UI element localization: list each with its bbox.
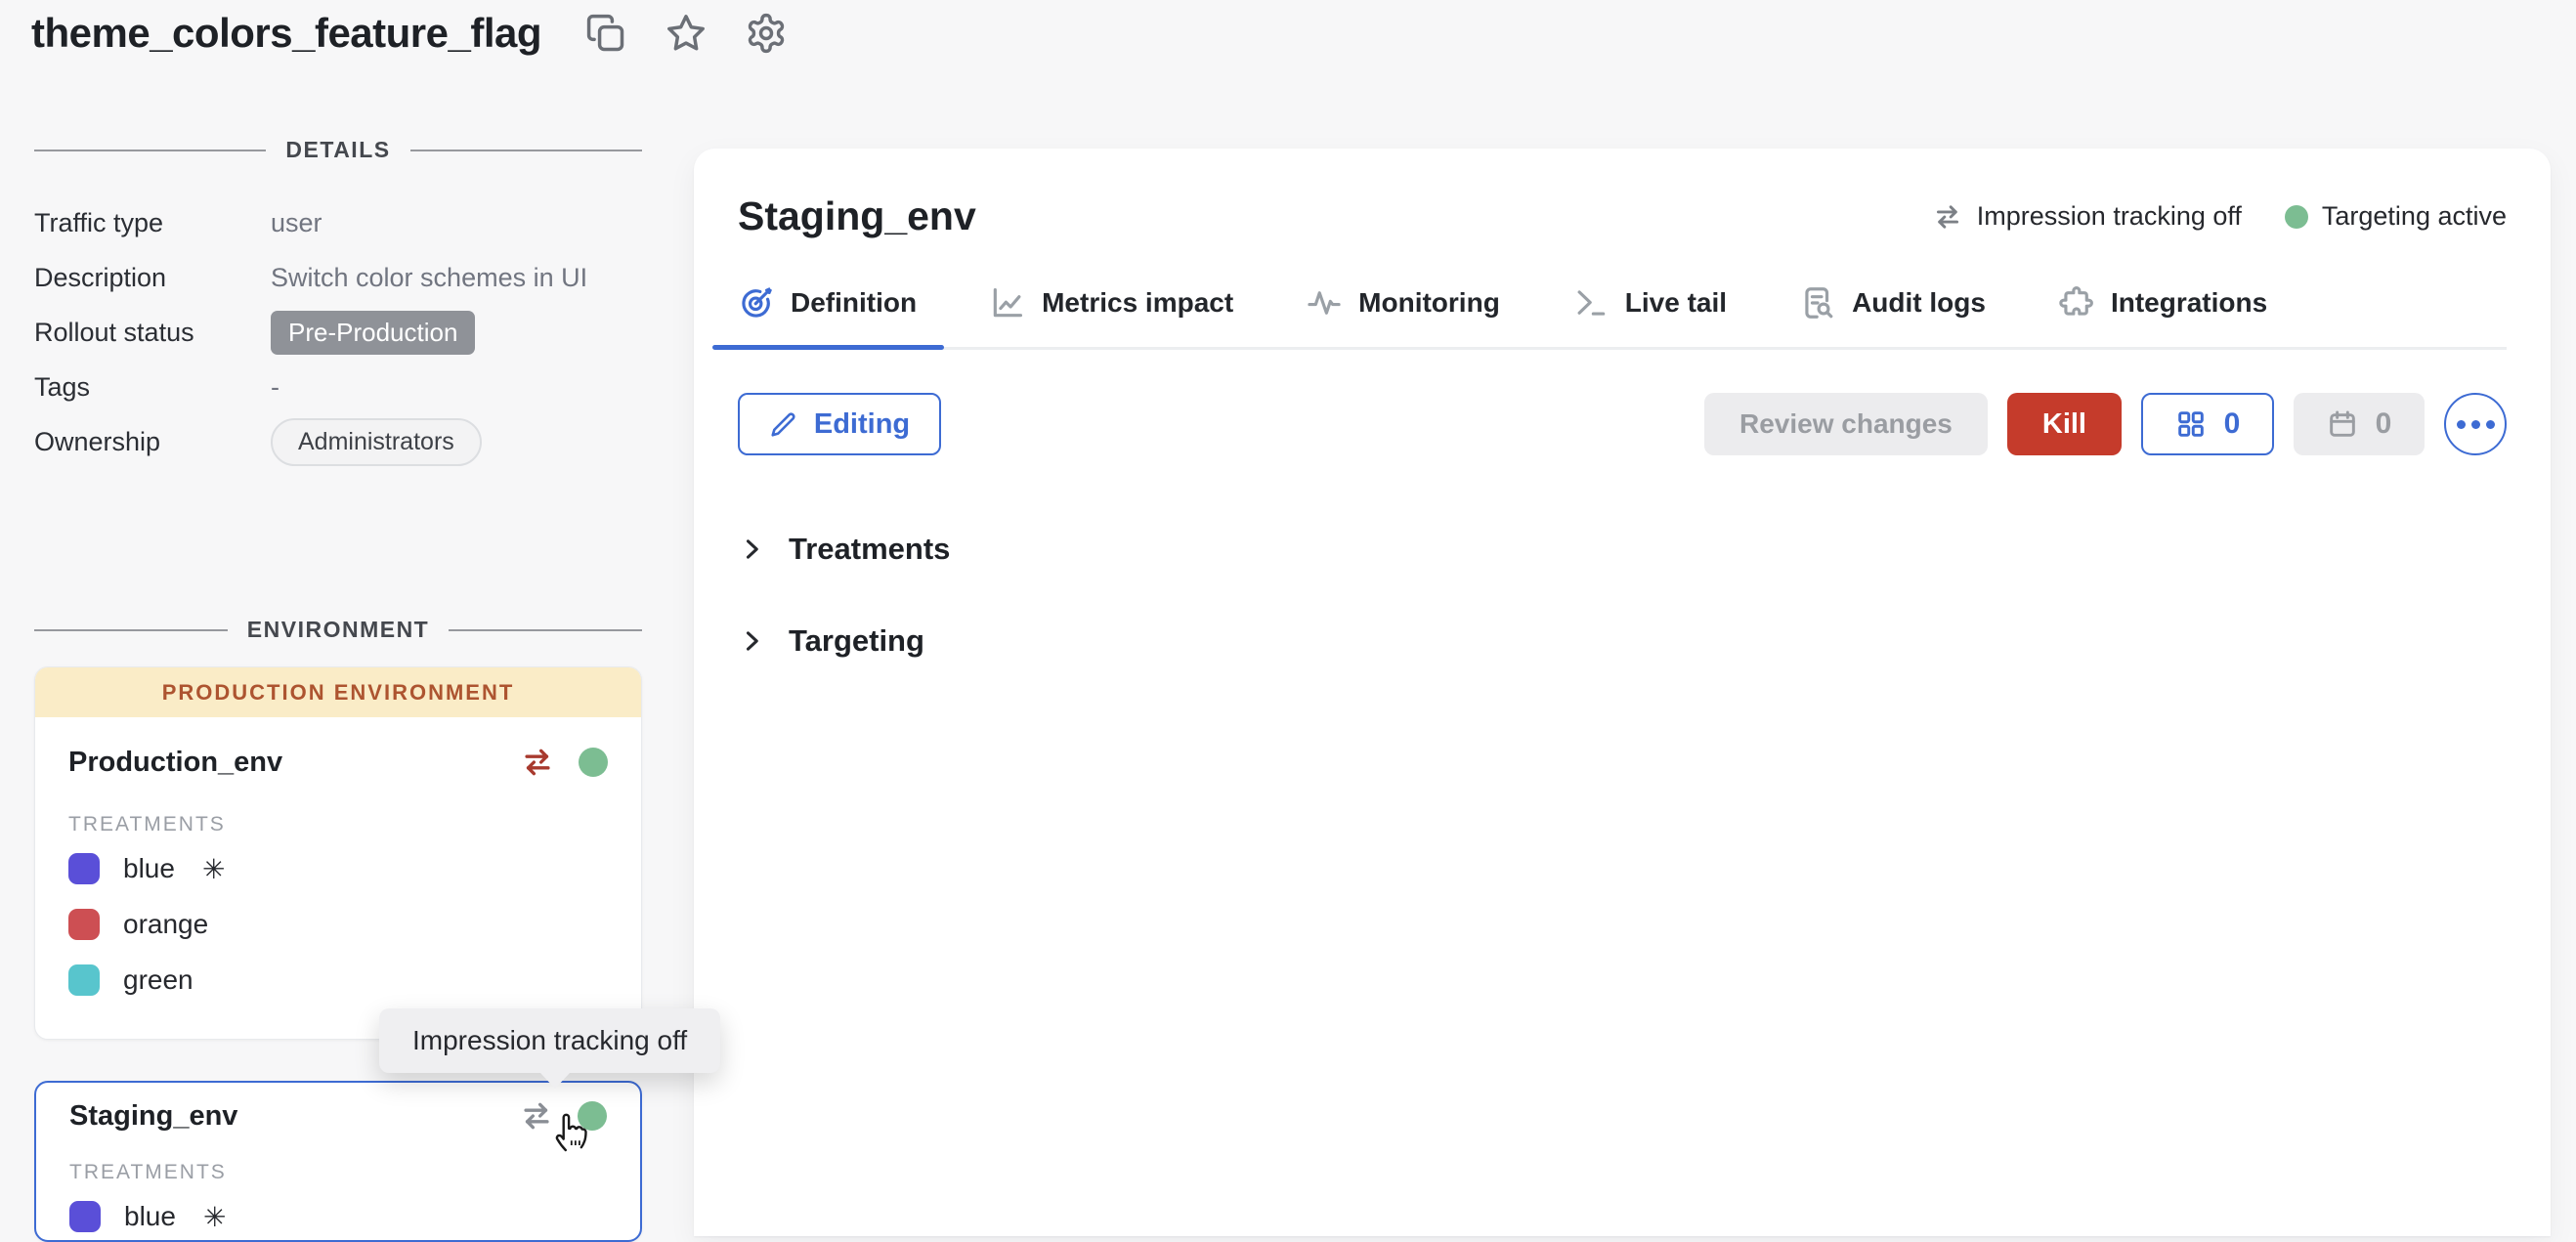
environment-statuses: Impression tracking off Targeting active	[1932, 201, 2507, 232]
terminal-icon	[1572, 284, 1610, 321]
environment-card-body: Production_env TREATMENTS blue ✳ orange …	[35, 717, 641, 1039]
divider	[449, 629, 642, 631]
detail-label: Ownership	[34, 427, 271, 457]
star-icon[interactable]	[665, 12, 708, 55]
environment-heading: ENVIRONMENT	[34, 617, 642, 643]
editing-button[interactable]: Editing	[738, 393, 941, 455]
calendar-icon	[2327, 408, 2358, 440]
environment-name: Staging_env	[69, 1100, 237, 1133]
environment-title: Staging_env	[738, 193, 976, 239]
treatment-item: green	[68, 957, 608, 1004]
target-icon	[738, 284, 775, 321]
default-treatment-marker: ✳	[203, 1201, 226, 1233]
ownership-pill[interactable]: Administrators	[271, 418, 482, 466]
environment-card-production[interactable]: PRODUCTION ENVIRONMENT Production_env TR…	[34, 666, 642, 1040]
environment-name: Production_env	[68, 747, 282, 779]
pulse-icon	[1306, 284, 1343, 321]
divider	[410, 150, 642, 151]
details-list: Traffic type user Description Switch col…	[34, 196, 642, 468]
detail-row-tags: Tags -	[34, 361, 642, 413]
tab-integrations[interactable]: Integrations	[2058, 284, 2267, 347]
detail-row-description: Description Switch color schemes in UI	[34, 251, 642, 304]
pencil-icon	[769, 409, 798, 439]
detail-row-rollout-status: Rollout status Pre-Production	[34, 306, 642, 359]
copy-icon[interactable]	[584, 12, 627, 55]
detail-row-ownership: Ownership Administrators	[34, 415, 642, 468]
detail-label: Tags	[34, 372, 271, 403]
tab-metrics-impact[interactable]: Metrics impact	[989, 284, 1233, 347]
detail-label: Description	[34, 263, 271, 293]
chevron-right-icon	[738, 535, 765, 563]
tab-live-tail[interactable]: Live tail	[1572, 284, 1727, 347]
targeting-active-dot	[579, 748, 608, 777]
environment-detail-panel: Staging_env Impression tracking off Targ…	[694, 149, 2551, 1236]
impression-tracking-icon[interactable]	[520, 747, 555, 778]
review-changes-button[interactable]: Review changes	[1704, 393, 1988, 455]
treatments-section-header[interactable]: Treatments	[738, 532, 2507, 567]
treatments-heading: TREATMENTS	[69, 1161, 607, 1184]
app-header: theme_colors_feature_flag	[31, 10, 788, 57]
toolbar: Editing Review changes Kill 0 0	[738, 393, 2507, 455]
ellipsis-icon	[2457, 420, 2466, 429]
tab-definition[interactable]: Definition	[738, 284, 917, 347]
treatments-heading: TREATMENTS	[68, 813, 608, 836]
detail-value: -	[271, 372, 279, 403]
tab-monitoring[interactable]: Monitoring	[1306, 284, 1500, 347]
details-heading: DETAILS	[34, 137, 642, 163]
more-actions-button[interactable]	[2444, 393, 2507, 455]
swap-arrows-icon	[1932, 203, 1963, 231]
tab-bar: Definition Metrics impact Monitoring Liv…	[738, 284, 2507, 350]
grid-count-button[interactable]: 0	[2141, 393, 2274, 455]
production-environment-banner: PRODUCTION ENVIRONMENT	[35, 667, 641, 717]
divider	[34, 629, 228, 631]
kill-button[interactable]: Kill	[2007, 393, 2122, 455]
rollout-status-badge: Pre-Production	[271, 311, 475, 355]
treatment-item: blue ✳	[69, 1193, 607, 1240]
targeting-active-status: Targeting active	[2285, 201, 2507, 232]
detail-value: Switch color schemes in UI	[271, 263, 587, 293]
divider	[34, 150, 266, 151]
treatment-item: orange	[68, 901, 608, 948]
targeting-section-header[interactable]: Targeting	[738, 623, 2507, 659]
definition-sections: Treatments Targeting	[738, 532, 2507, 659]
tooltip-arrow	[540, 1073, 570, 1089]
puzzle-icon	[2058, 284, 2095, 321]
gear-icon[interactable]	[745, 12, 788, 55]
mouse-cursor-pointer	[549, 1104, 596, 1155]
detail-value: user	[271, 208, 322, 238]
green-dot-icon	[2285, 205, 2308, 229]
chevron-right-icon	[738, 627, 765, 655]
default-treatment-marker: ✳	[202, 853, 225, 885]
treatment-swatch	[69, 1201, 101, 1232]
treatment-swatch	[68, 909, 100, 940]
detail-label: Traffic type	[34, 208, 271, 238]
detail-label: Rollout status	[34, 318, 271, 348]
treatment-swatch	[68, 853, 100, 884]
page-title: theme_colors_feature_flag	[31, 10, 541, 57]
header-actions	[584, 12, 788, 55]
tab-audit-logs[interactable]: Audit logs	[1799, 284, 1986, 347]
line-chart-icon	[989, 284, 1026, 321]
grid-icon	[2175, 408, 2207, 440]
calendar-count-button[interactable]: 0	[2294, 393, 2425, 455]
tooltip-impression-tracking: Impression tracking off	[379, 1008, 720, 1073]
treatment-swatch	[68, 964, 100, 996]
detail-row-traffic-type: Traffic type user	[34, 196, 642, 249]
impression-tracking-status: Impression tracking off	[1932, 201, 2242, 232]
doc-search-icon	[1799, 284, 1836, 321]
treatment-item: blue ✳	[68, 845, 608, 892]
